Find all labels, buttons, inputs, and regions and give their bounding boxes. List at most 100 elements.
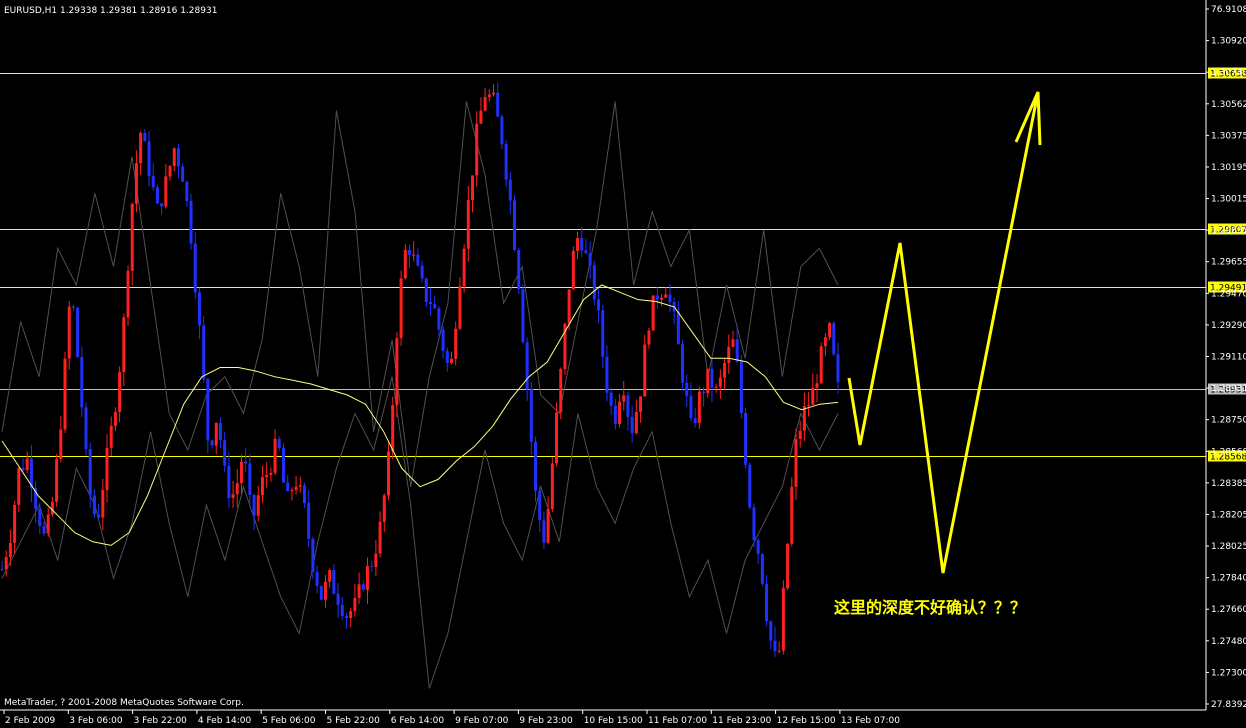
candle-body	[710, 368, 714, 388]
candle-body	[80, 357, 84, 408]
y-tick-label: 1.28568	[1211, 447, 1246, 457]
candle-body	[580, 238, 584, 251]
x-tick-label: 9 Feb 23:00	[519, 716, 573, 726]
candle-body	[147, 141, 151, 177]
candle-body	[88, 449, 92, 496]
x-tick-label: 3 Feb 22:00	[134, 716, 188, 726]
candle-body	[731, 339, 735, 347]
x-tick-label: 9 Feb 07:00	[455, 716, 509, 726]
candle-body	[681, 344, 685, 383]
candle-body	[727, 346, 731, 363]
candle-body	[525, 342, 529, 390]
x-tick-label: 5 Feb 22:00	[327, 716, 381, 726]
candle-body	[517, 250, 521, 290]
candle-body	[513, 200, 517, 251]
candle-body	[555, 412, 559, 464]
candle-body	[265, 474, 269, 478]
candle-body	[660, 297, 664, 300]
candle-body	[483, 97, 487, 111]
candle-body	[781, 588, 785, 651]
candle-body	[281, 447, 285, 483]
x-tick-label: 13 Feb 07:00	[841, 716, 900, 726]
x-tick-label: 5 Feb 06:00	[262, 716, 316, 726]
candle-body	[307, 503, 311, 539]
candle-body	[836, 354, 840, 382]
candle-body	[109, 425, 113, 448]
candle-body	[450, 358, 454, 363]
y-tick-label: 1.28205	[1211, 510, 1246, 520]
candle-body	[546, 508, 550, 543]
candle-body	[202, 325, 206, 379]
candle-body	[416, 254, 420, 266]
candle-body	[550, 463, 554, 509]
candle-body	[807, 404, 811, 406]
candle-body	[218, 422, 222, 441]
candle-body	[664, 294, 668, 298]
candle-body	[76, 307, 80, 358]
candle-body	[588, 253, 592, 266]
candle-body	[323, 581, 327, 600]
y-tick-label: 1.27300	[1211, 668, 1246, 678]
candle-body	[475, 123, 479, 176]
candle-body	[336, 593, 340, 605]
y-tick-label: 1.28385	[1211, 479, 1246, 489]
candle-body	[811, 387, 815, 405]
candle-body	[496, 92, 500, 117]
candle-body	[760, 554, 764, 584]
y-tick-label: 1.30015	[1211, 195, 1246, 205]
candle-body	[668, 294, 672, 302]
x-tick-label: 11 Feb 23:00	[712, 716, 771, 726]
candle-body	[723, 362, 727, 378]
x-tick-label: 2 Feb 2009	[5, 716, 56, 726]
y-tick-label: 76.9108	[1211, 5, 1246, 15]
candle-body	[181, 166, 185, 182]
candle-body	[286, 482, 290, 491]
candle-body	[828, 323, 832, 338]
candle-body	[332, 569, 336, 594]
candle-body	[429, 301, 433, 305]
candle-body	[42, 526, 46, 534]
candle-body	[113, 412, 117, 426]
candle-body	[626, 395, 630, 417]
candle-body	[622, 395, 626, 402]
candle-body	[529, 389, 533, 442]
y-tick-label: 1.28931	[1211, 384, 1246, 394]
y-tick-label: 1.30562	[1211, 100, 1246, 110]
symbol-header: EURUSD,H1 1.29338 1.29381 1.28916 1.2893…	[4, 6, 217, 16]
candle-body	[185, 181, 189, 201]
candle-body	[290, 490, 294, 492]
candle-body	[739, 361, 743, 414]
candle-body	[105, 447, 109, 491]
candle-body	[311, 538, 315, 572]
candle-body	[823, 337, 827, 347]
candle-body	[357, 584, 361, 598]
candle-body	[273, 438, 277, 473]
price-chart[interactable]: 1.306581.298071.294911.289311.28568 76.9…	[0, 0, 1246, 728]
candle-body	[492, 92, 496, 95]
candle-body	[269, 472, 273, 475]
annotation-text: 这里的深度不好确认？？？	[834, 598, 1026, 617]
candle-body	[521, 289, 525, 343]
candle-body	[315, 571, 319, 587]
candle-body	[685, 382, 689, 396]
candle-body	[25, 458, 29, 471]
candle-body	[420, 265, 424, 279]
candle-body	[630, 416, 634, 434]
candle-body	[744, 413, 748, 465]
candle-body	[777, 650, 781, 652]
x-tick-label: 3 Feb 06:00	[69, 716, 123, 726]
candle-body	[613, 405, 617, 424]
candle-body	[172, 148, 176, 166]
y-tick-label: 1.27660	[1211, 605, 1246, 615]
candle-body	[206, 378, 210, 441]
candle-body	[97, 514, 101, 518]
candle-body	[382, 495, 386, 522]
candle-body	[84, 407, 88, 450]
y-tick-label: 1.30740	[1211, 68, 1246, 78]
candle-body	[277, 438, 281, 448]
candle-body	[122, 317, 126, 373]
candle-body	[134, 163, 138, 204]
candle-body	[101, 490, 105, 518]
candle-body	[399, 278, 403, 339]
y-tick-label: 1.29835	[1211, 226, 1246, 236]
